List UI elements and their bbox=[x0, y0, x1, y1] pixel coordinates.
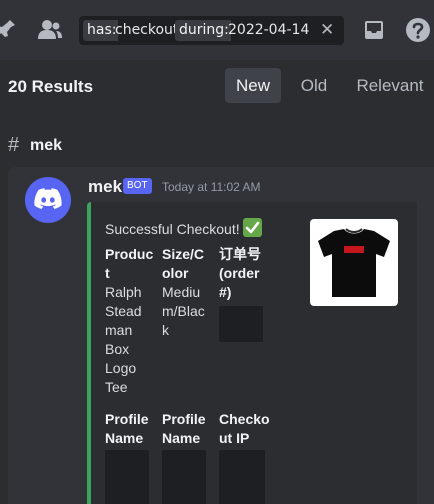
members-icon[interactable] bbox=[37, 19, 63, 41]
search-result-message[interactable]: mek BOT Today at 11:02 AM Successful Che… bbox=[8, 167, 434, 504]
field-name-line: Name bbox=[162, 430, 201, 446]
search-filter-key-has: has: bbox=[83, 20, 119, 41]
field-name-line: t bbox=[105, 265, 110, 281]
checkout-embed: Successful Checkout! Produc t Ralph Stea… bbox=[87, 202, 417, 504]
sort-tab-old[interactable]: Old bbox=[291, 68, 337, 103]
field-value-line: k bbox=[162, 322, 169, 338]
field-name-line: Profile bbox=[105, 411, 149, 427]
message-timestamp: Today at 11:02 AM bbox=[162, 180, 261, 194]
product-thumbnail[interactable] bbox=[310, 219, 398, 306]
embed-field-profile-name: Profile Name bbox=[105, 410, 161, 448]
clear-search-icon[interactable]: ✕ bbox=[320, 20, 336, 40]
discord-logo-icon bbox=[34, 188, 62, 209]
message-author[interactable]: mek bbox=[88, 177, 122, 197]
results-header: 20 Results New Old Relevant bbox=[0, 60, 434, 117]
embed-field-product: Produc t Ralph Stead man Box Logo Tee bbox=[105, 245, 161, 397]
field-name-line: 订单号 bbox=[219, 246, 261, 262]
white-check-mark-icon bbox=[243, 218, 262, 237]
channel-name[interactable]: mek bbox=[30, 137, 62, 155]
sort-tab-relevant[interactable]: Relevant bbox=[350, 68, 430, 103]
results-count: 20 Results bbox=[8, 77, 94, 96]
channel-hash-icon: # bbox=[8, 134, 20, 156]
top-bar: has: checkout during: 2022-04-14 ✕ bbox=[0, 0, 434, 60]
embed-field-size-color: Size/C olor Mediu m/Blac k bbox=[162, 245, 218, 340]
redacted-order-number bbox=[219, 306, 263, 342]
redacted-checkout-ip bbox=[219, 450, 265, 504]
embed-field-checkout-ip: Checko ut IP bbox=[219, 410, 275, 448]
pin-icon[interactable] bbox=[0, 18, 16, 42]
avatar[interactable] bbox=[25, 177, 71, 223]
redacted-profile-name bbox=[105, 450, 149, 504]
embed-title: Successful Checkout! bbox=[105, 221, 240, 237]
field-value-line: Tee bbox=[105, 379, 128, 395]
field-name-line: Checko bbox=[219, 411, 270, 427]
field-name-line: Produc bbox=[105, 246, 154, 262]
field-name-line: Profile bbox=[162, 411, 206, 427]
field-value-line: Logo bbox=[105, 360, 137, 376]
inbox-icon[interactable] bbox=[362, 18, 386, 42]
field-name-line: #) bbox=[219, 284, 232, 300]
field-value-line: Ralph bbox=[105, 284, 142, 300]
field-value-line: man bbox=[105, 322, 133, 338]
field-value-line: Mediu bbox=[162, 284, 201, 300]
bot-badge: BOT bbox=[123, 178, 152, 194]
field-name-line: Name bbox=[105, 430, 144, 446]
search-filter-key-during: during: bbox=[175, 20, 231, 41]
search-input[interactable]: has: checkout during: 2022-04-14 bbox=[79, 16, 344, 45]
field-value-line: Stead bbox=[105, 303, 142, 319]
field-name-line: (order bbox=[219, 265, 260, 281]
search-filter-value-date: 2022-04-14 bbox=[228, 22, 310, 38]
field-value-line: Box bbox=[105, 341, 130, 357]
help-icon[interactable] bbox=[405, 17, 431, 43]
field-name-line: olor bbox=[162, 265, 189, 281]
field-name-line: Size/C bbox=[162, 246, 205, 262]
field-name-line: ut IP bbox=[219, 430, 250, 446]
redacted-profile-name-2 bbox=[162, 450, 206, 504]
sort-tab-new[interactable]: New bbox=[225, 68, 281, 103]
field-value-line: m/Blac bbox=[162, 303, 205, 319]
embed-field-profile-name-2: Profile Name bbox=[162, 410, 218, 448]
search-filter-value-checkout: checkout bbox=[115, 22, 179, 38]
embed-field-order-number: 订单号 (order #) bbox=[219, 245, 275, 302]
